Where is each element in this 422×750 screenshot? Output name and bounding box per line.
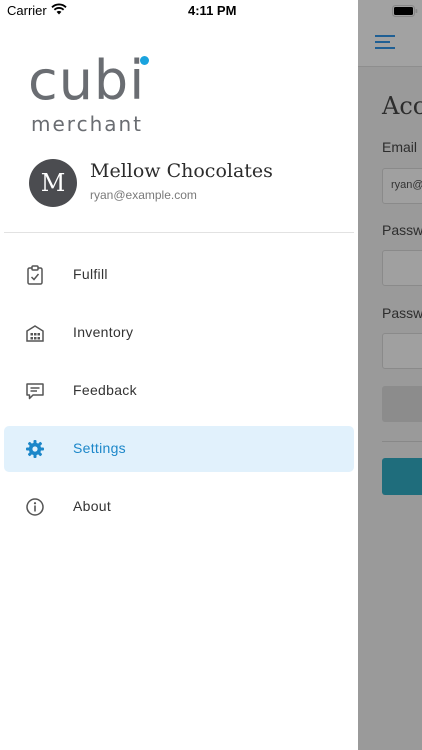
wifi-icon	[51, 3, 67, 15]
menu-item-about[interactable]: About	[4, 484, 354, 530]
carrier-label: Carrier	[7, 3, 47, 18]
logo-wordmark: cubi	[28, 49, 146, 112]
hamburger-menu-icon[interactable]	[375, 35, 395, 49]
merchant-email: ryan@example.com	[90, 188, 197, 202]
background-email-label: Email	[382, 139, 418, 155]
menu-label-settings: Settings	[73, 440, 126, 456]
avatar: M	[29, 159, 77, 207]
logo-dot	[140, 56, 149, 65]
background-password-confirm-field[interactable]	[382, 333, 422, 369]
menu-label-fulfill: Fulfill	[73, 266, 108, 282]
drawer-menu: Fulfill Inventory Feedback Settings Abou…	[4, 252, 354, 542]
menu-item-fulfill[interactable]: Fulfill	[4, 252, 354, 298]
clipboard-check-icon	[27, 265, 43, 285]
background-password-confirm-label: Passw	[382, 305, 422, 321]
info-icon	[26, 498, 44, 516]
menu-item-inventory[interactable]: Inventory	[4, 310, 354, 356]
menu-label-feedback: Feedback	[73, 382, 137, 398]
background-email-field[interactable]: ryan@	[382, 168, 422, 204]
warehouse-icon	[26, 325, 44, 342]
merchant-name: Mellow Chocolates	[90, 160, 273, 182]
background-divider	[382, 441, 422, 442]
drawer-divider	[4, 232, 354, 233]
avatar-initial: M	[40, 169, 66, 197]
status-time: 4:11 PM	[188, 3, 237, 18]
status-bar: Carrier 4:11 PM	[0, 0, 422, 22]
menu-item-settings[interactable]: Settings	[4, 426, 354, 472]
background-screen[interactable]: Acc Email ryan@ Passw Passw	[358, 0, 422, 750]
menu-label-inventory: Inventory	[73, 324, 134, 340]
gear-icon	[26, 440, 44, 458]
logo-subtitle: merchant	[31, 112, 144, 136]
menu-label-about: About	[73, 498, 112, 514]
background-page-title: Acc	[382, 92, 422, 120]
background-password-label: Passw	[382, 222, 422, 238]
background-password-field[interactable]	[382, 250, 422, 286]
battery-icon	[392, 5, 418, 17]
background-email-value: ryan@	[391, 179, 422, 191]
comment-icon	[26, 383, 44, 400]
background-primary-button[interactable]	[382, 458, 422, 495]
cubi-merchant-logo: cubi merchant	[28, 49, 168, 136]
navigation-drawer: cubi merchant M Mellow Chocolates ryan@e…	[0, 0, 358, 750]
menu-item-feedback[interactable]: Feedback	[4, 368, 354, 414]
background-secondary-button[interactable]	[382, 386, 422, 422]
